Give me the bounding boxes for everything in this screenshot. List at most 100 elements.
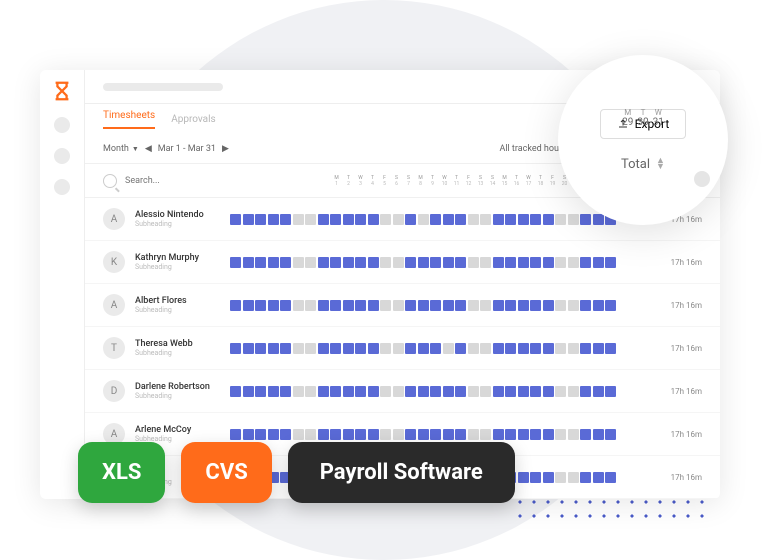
day-cell[interactable] [268, 386, 279, 397]
day-cell[interactable] [318, 386, 329, 397]
day-cell[interactable] [505, 386, 516, 397]
day-cell[interactable] [505, 429, 516, 440]
day-cell[interactable] [293, 300, 304, 311]
day-cell[interactable] [405, 386, 416, 397]
day-cell[interactable] [268, 429, 279, 440]
day-cell[interactable] [268, 343, 279, 354]
day-cell[interactable] [518, 214, 529, 225]
day-cell[interactable] [355, 300, 366, 311]
day-cell[interactable] [568, 472, 579, 483]
day-cell[interactable] [593, 257, 604, 268]
day-cell[interactable] [393, 343, 404, 354]
day-cell[interactable] [318, 343, 329, 354]
badge-payroll[interactable]: Payroll Software [288, 442, 515, 503]
day-cell[interactable] [480, 343, 491, 354]
prev-arrow[interactable]: ◀ [145, 144, 152, 154]
day-cell[interactable] [480, 429, 491, 440]
day-cell[interactable] [280, 386, 291, 397]
day-cell[interactable] [305, 429, 316, 440]
day-cell[interactable] [480, 214, 491, 225]
day-cell[interactable] [368, 257, 379, 268]
day-cell[interactable] [505, 300, 516, 311]
day-cell[interactable] [318, 300, 329, 311]
day-cell[interactable] [380, 343, 391, 354]
day-cell[interactable] [493, 214, 504, 225]
day-cell[interactable] [355, 214, 366, 225]
day-cell[interactable] [268, 257, 279, 268]
day-cell[interactable] [493, 429, 504, 440]
day-cell[interactable] [343, 343, 354, 354]
day-cell[interactable] [530, 472, 541, 483]
day-cell[interactable] [268, 214, 279, 225]
day-cell[interactable] [518, 343, 529, 354]
day-cell[interactable] [555, 257, 566, 268]
day-cell[interactable] [568, 214, 579, 225]
day-cell[interactable] [405, 214, 416, 225]
day-cell[interactable] [555, 343, 566, 354]
day-cell[interactable] [405, 257, 416, 268]
day-cell[interactable] [580, 429, 591, 440]
day-cell[interactable] [580, 300, 591, 311]
day-cell[interactable] [305, 300, 316, 311]
day-cell[interactable] [418, 300, 429, 311]
day-cell[interactable] [380, 214, 391, 225]
day-cell[interactable] [518, 472, 529, 483]
day-cell[interactable] [293, 257, 304, 268]
day-cell[interactable] [480, 300, 491, 311]
day-cell[interactable] [330, 429, 341, 440]
day-cell[interactable] [593, 300, 604, 311]
day-cell[interactable] [280, 214, 291, 225]
day-cell[interactable] [430, 214, 441, 225]
day-cell[interactable] [405, 300, 416, 311]
day-cell[interactable] [568, 300, 579, 311]
day-cell[interactable] [330, 257, 341, 268]
nav-item[interactable] [54, 179, 70, 195]
badge-xls[interactable]: XLS [78, 442, 165, 503]
day-cell[interactable] [293, 343, 304, 354]
day-cell[interactable] [430, 343, 441, 354]
day-cell[interactable] [455, 429, 466, 440]
day-cell[interactable] [493, 257, 504, 268]
day-cell[interactable] [243, 343, 254, 354]
day-cell[interactable] [443, 257, 454, 268]
day-cell[interactable] [368, 386, 379, 397]
day-cell[interactable] [393, 214, 404, 225]
day-cell[interactable] [593, 343, 604, 354]
day-cell[interactable] [230, 214, 241, 225]
day-cell[interactable] [293, 386, 304, 397]
day-cell[interactable] [393, 386, 404, 397]
nav-item[interactable] [54, 117, 70, 133]
tab-timesheets[interactable]: Timesheets [103, 110, 155, 129]
day-cell[interactable] [518, 386, 529, 397]
nav-item[interactable] [54, 148, 70, 164]
badge-cvs[interactable]: CVS [181, 442, 271, 503]
day-cell[interactable] [418, 429, 429, 440]
day-cell[interactable] [230, 429, 241, 440]
day-cell[interactable] [468, 300, 479, 311]
day-cell[interactable] [530, 257, 541, 268]
day-cell[interactable] [255, 257, 266, 268]
day-cell[interactable] [280, 300, 291, 311]
day-cell[interactable] [430, 429, 441, 440]
day-cell[interactable] [530, 429, 541, 440]
day-cell[interactable] [505, 343, 516, 354]
day-cell[interactable] [255, 386, 266, 397]
day-cell[interactable] [430, 386, 441, 397]
day-cell[interactable] [368, 214, 379, 225]
day-cell[interactable] [343, 386, 354, 397]
day-cell[interactable] [493, 300, 504, 311]
day-cell[interactable] [355, 386, 366, 397]
day-cell[interactable] [343, 214, 354, 225]
day-cell[interactable] [455, 300, 466, 311]
day-cell[interactable] [455, 257, 466, 268]
day-cell[interactable] [393, 257, 404, 268]
day-cell[interactable] [593, 472, 604, 483]
day-cell[interactable] [380, 386, 391, 397]
day-cell[interactable] [555, 472, 566, 483]
day-cell[interactable] [255, 429, 266, 440]
day-cell[interactable] [580, 214, 591, 225]
day-cell[interactable] [330, 386, 341, 397]
day-cell[interactable] [318, 257, 329, 268]
day-cell[interactable] [505, 257, 516, 268]
day-cell[interactable] [305, 386, 316, 397]
